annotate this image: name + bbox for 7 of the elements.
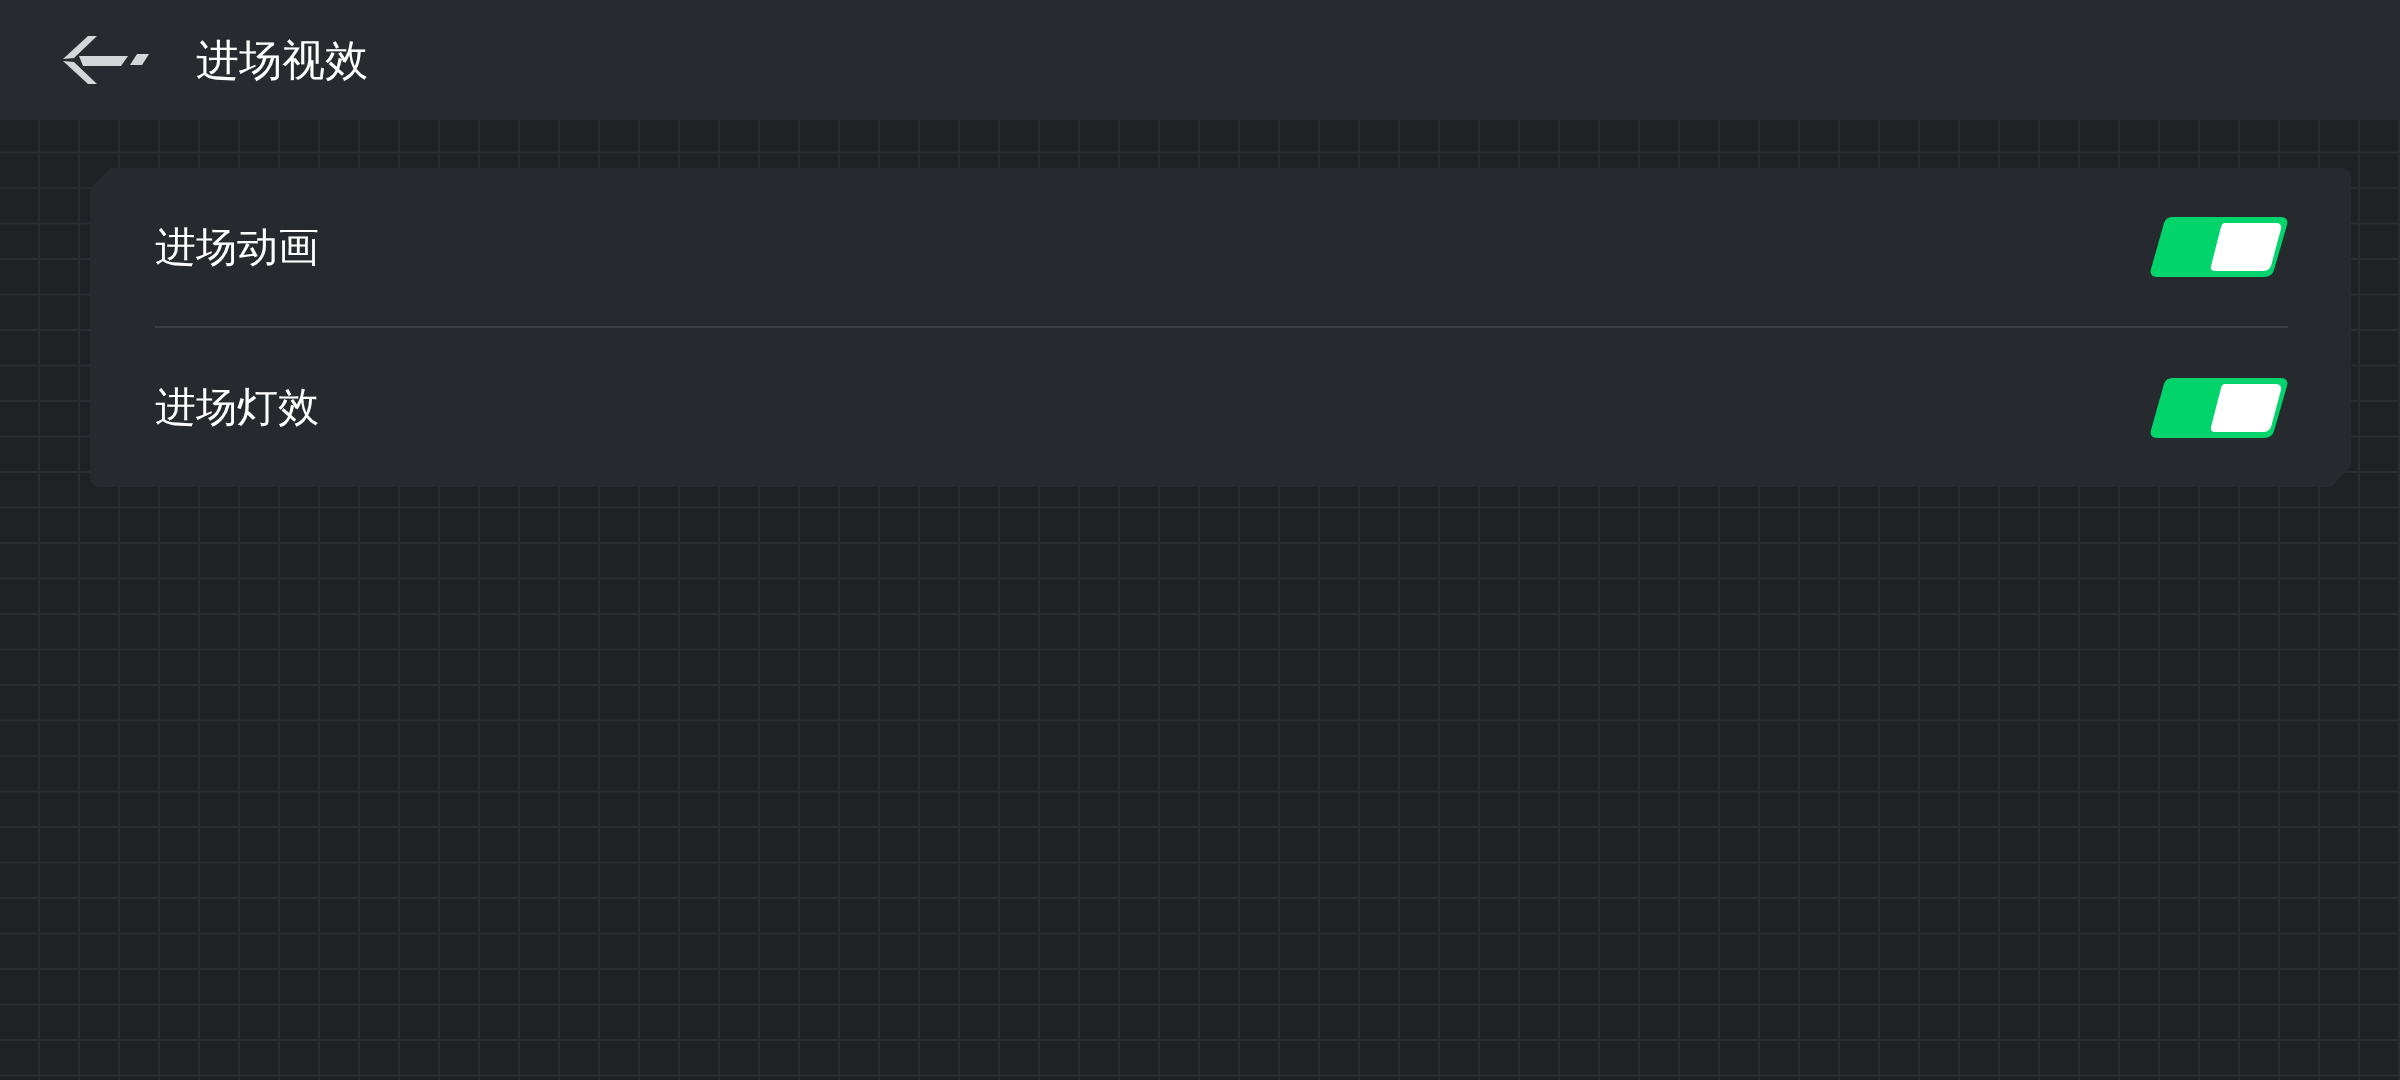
toggle-switch[interactable] (2150, 377, 2288, 438)
toggle-switch[interactable] (2150, 217, 2288, 277)
setting-label: 进场动画 (155, 226, 319, 268)
setting-label: 进场灯效 (155, 387, 319, 428)
back-button[interactable] (63, 36, 151, 84)
back-arrow-icon (63, 36, 151, 84)
page-title: 进场视效 (196, 38, 368, 82)
